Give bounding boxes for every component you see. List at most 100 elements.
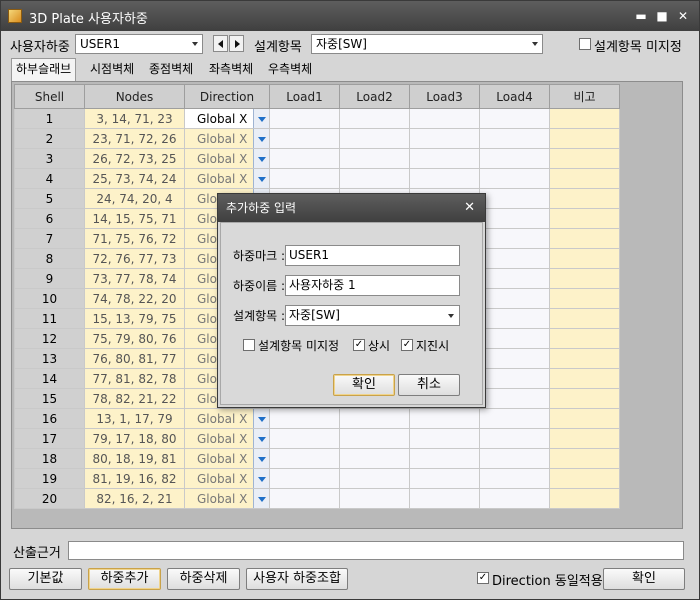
dropdown-arrow-icon[interactable] [253, 409, 269, 428]
direction-cell[interactable]: Global X [184, 468, 270, 489]
table-row[interactable]: 19 81, 19, 16, 82 Global X [14, 468, 620, 489]
title-bar[interactable]: 3D Plate 사용자하중 ▬ ■ ✕ [1, 1, 699, 31]
load1-cell[interactable] [269, 128, 340, 149]
note-cell[interactable] [549, 288, 620, 309]
direction-cell[interactable]: Global X [184, 108, 270, 129]
table-row[interactable]: 18 80, 18, 19, 81 Global X [14, 448, 620, 469]
load4-cell[interactable] [479, 108, 550, 129]
load1-cell[interactable] [269, 108, 340, 129]
dropdown-arrow-icon[interactable] [253, 109, 269, 128]
tab-end-wall[interactable]: 종점벽체 [145, 59, 197, 81]
load2-cell[interactable] [339, 428, 410, 449]
load4-cell[interactable] [479, 328, 550, 349]
load4-cell[interactable] [479, 368, 550, 389]
load4-cell[interactable] [479, 168, 550, 189]
note-cell[interactable] [549, 308, 620, 329]
user-load-combo-button[interactable]: 사용자 하중조합 [246, 568, 348, 590]
load4-cell[interactable] [479, 348, 550, 369]
note-cell[interactable] [549, 208, 620, 229]
load2-cell[interactable] [339, 148, 410, 169]
load2-cell[interactable] [339, 128, 410, 149]
tab-start-wall[interactable]: 시점벽체 [86, 59, 138, 81]
dialog-cancel-button[interactable]: 취소 [398, 374, 460, 396]
dialog-not-specified-checkbox[interactable] [243, 339, 255, 351]
table-row[interactable]: 2 23, 71, 72, 26 Global X [14, 128, 620, 149]
add-load-button[interactable]: 하중추가 [88, 568, 161, 590]
basis-input[interactable] [68, 541, 684, 560]
dropdown-arrow-icon[interactable] [253, 169, 269, 188]
design-item-select[interactable]: 자중[SW] [311, 34, 543, 54]
dialog-ok-button[interactable]: 확인 [333, 374, 395, 396]
next-button[interactable] [229, 35, 244, 52]
dropdown-arrow-icon[interactable] [253, 429, 269, 448]
load1-cell[interactable] [269, 488, 340, 509]
load3-cell[interactable] [409, 428, 480, 449]
default-button[interactable]: 기본값 [9, 568, 82, 590]
not-specified-checkbox[interactable] [579, 38, 591, 50]
prev-button[interactable] [213, 35, 228, 52]
load3-cell[interactable] [409, 168, 480, 189]
load1-cell[interactable] [269, 148, 340, 169]
load3-cell[interactable] [409, 468, 480, 489]
dropdown-arrow-icon[interactable] [253, 489, 269, 508]
minimize-button[interactable]: ▬ [634, 9, 648, 23]
direction-same-checkbox[interactable]: ✓ [477, 572, 489, 584]
note-cell[interactable] [549, 188, 620, 209]
table-row[interactable]: 1 3, 14, 71, 23 Global X [14, 108, 620, 129]
dialog-close-button[interactable]: ✕ [464, 194, 475, 222]
earthquake-checkbox[interactable]: ✓ [401, 339, 413, 351]
load4-cell[interactable] [479, 288, 550, 309]
note-cell[interactable] [549, 368, 620, 389]
direction-cell[interactable]: Global X [184, 128, 270, 149]
note-cell[interactable] [549, 408, 620, 429]
load3-cell[interactable] [409, 128, 480, 149]
direction-cell[interactable]: Global X [184, 168, 270, 189]
load1-cell[interactable] [269, 468, 340, 489]
load-name-input[interactable]: 사용자하중 1 [285, 275, 460, 296]
dropdown-arrow-icon[interactable] [253, 129, 269, 148]
load4-cell[interactable] [479, 128, 550, 149]
load3-cell[interactable] [409, 488, 480, 509]
load2-cell[interactable] [339, 488, 410, 509]
column-header-load2[interactable]: Load2 [339, 84, 410, 109]
note-cell[interactable] [549, 468, 620, 489]
note-cell[interactable] [549, 328, 620, 349]
table-row[interactable]: 4 25, 73, 74, 24 Global X [14, 168, 620, 189]
direction-cell[interactable]: Global X [184, 408, 270, 429]
direction-cell[interactable]: Global X [184, 428, 270, 449]
note-cell[interactable] [549, 388, 620, 409]
note-cell[interactable] [549, 348, 620, 369]
load4-cell[interactable] [479, 428, 550, 449]
tab-bottom-slab[interactable]: 하부슬래브 [11, 58, 77, 81]
column-header-load4[interactable]: Load4 [479, 84, 550, 109]
load2-cell[interactable] [339, 448, 410, 469]
table-row[interactable]: 3 26, 72, 73, 25 Global X [14, 148, 620, 169]
dialog-design-item-select[interactable]: 자중[SW] [285, 305, 460, 326]
dropdown-arrow-icon[interactable] [253, 469, 269, 488]
load4-cell[interactable] [479, 488, 550, 509]
load4-cell[interactable] [479, 448, 550, 469]
load2-cell[interactable] [339, 408, 410, 429]
direction-cell[interactable]: Global X [184, 148, 270, 169]
load4-cell[interactable] [479, 148, 550, 169]
load-mark-input[interactable]: USER1 [285, 245, 460, 266]
column-header-note[interactable]: 비고 [549, 84, 620, 109]
load1-cell[interactable] [269, 428, 340, 449]
column-header-load1[interactable]: Load1 [269, 84, 340, 109]
load3-cell[interactable] [409, 148, 480, 169]
load4-cell[interactable] [479, 268, 550, 289]
load4-cell[interactable] [479, 248, 550, 269]
load1-cell[interactable] [269, 168, 340, 189]
note-cell[interactable] [549, 248, 620, 269]
note-cell[interactable] [549, 128, 620, 149]
load4-cell[interactable] [479, 228, 550, 249]
table-row[interactable]: 20 82, 16, 2, 21 Global X [14, 488, 620, 509]
table-row[interactable]: 16 13, 1, 17, 79 Global X [14, 408, 620, 429]
column-header-direction[interactable]: Direction [184, 84, 270, 109]
load1-cell[interactable] [269, 408, 340, 429]
maximize-button[interactable]: ■ [655, 9, 669, 23]
note-cell[interactable] [549, 488, 620, 509]
load2-cell[interactable] [339, 468, 410, 489]
dropdown-arrow-icon[interactable] [253, 149, 269, 168]
dropdown-arrow-icon[interactable] [253, 449, 269, 468]
